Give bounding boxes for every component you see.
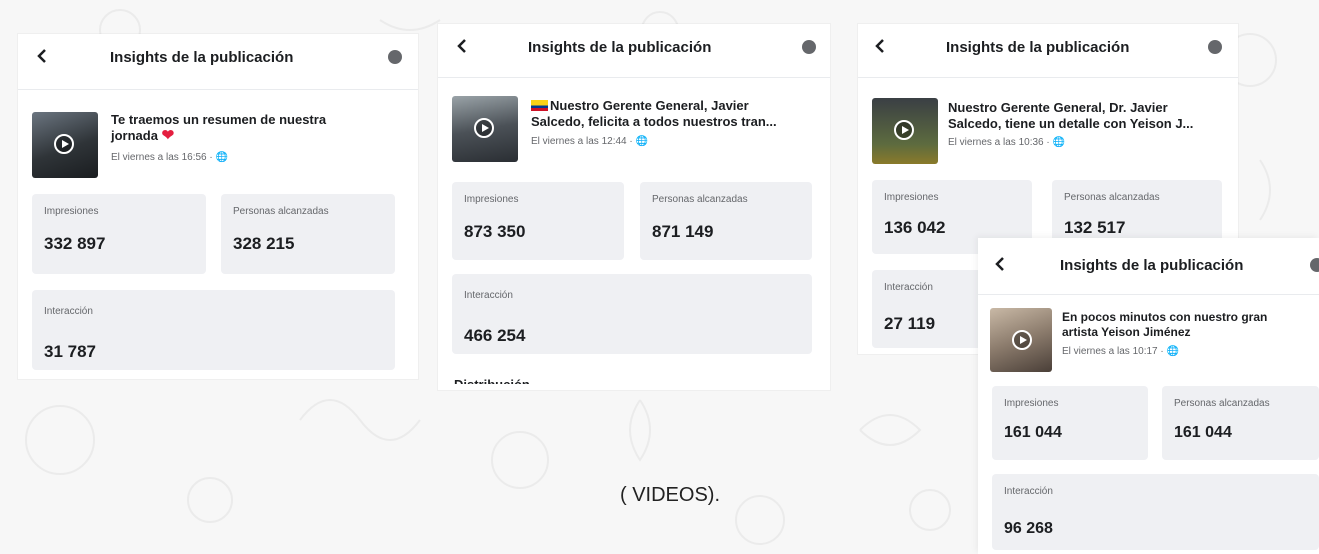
engagement-label: Interacción — [44, 306, 93, 317]
videos-caption: ( VIDEOS). — [620, 484, 721, 506]
video-thumbnail[interactable] — [452, 96, 518, 162]
info-icon[interactable] — [802, 40, 816, 54]
engagement-value: 31 787 — [44, 342, 96, 361]
panel-header: Insights de la publicación — [438, 24, 830, 72]
post-title-line-2: jornada — [111, 128, 158, 143]
reach-value: 132 517 — [1064, 218, 1126, 237]
back-arrow-icon[interactable] — [34, 48, 50, 64]
page-title: Insights de la publicación — [946, 39, 1130, 56]
impressions-label: Impresiones — [884, 192, 939, 203]
impressions-card: Impresiones 873 350 — [452, 182, 624, 260]
play-icon — [474, 118, 494, 138]
reach-card: Personas alcanzadas 871 149 — [640, 182, 812, 260]
panel-header: Insights de la publicación — [858, 24, 1238, 72]
info-icon[interactable] — [1208, 40, 1222, 54]
impressions-value: 136 042 — [884, 218, 946, 237]
impressions-label: Impresiones — [44, 206, 99, 217]
engagement-label: Interacción — [1004, 486, 1053, 497]
insights-panel-1: Insights de la publicación Te traemos un… — [18, 34, 418, 379]
post-title[interactable]: En pocos minutos con nuestro gran artist… — [1062, 310, 1312, 340]
panel-header: Insights de la publicación — [18, 34, 418, 82]
impressions-card: Impresiones 332 897 — [32, 194, 206, 274]
post-timestamp: El viernes a las 10:36 · 🌐 — [948, 137, 1065, 148]
page-title: Insights de la publicación — [528, 39, 712, 56]
impressions-value: 873 350 — [464, 222, 526, 241]
post-title-line-1: Te traemos un resumen de nuestra — [111, 112, 327, 127]
post-timestamp: El viernes a las 12:44 · 🌐 — [531, 136, 648, 147]
colombia-flag-icon — [531, 100, 548, 111]
reach-label: Personas alcanzadas — [233, 206, 329, 217]
engagement-value: 96 268 — [1004, 520, 1053, 537]
page-title: Insights de la publicación — [110, 49, 294, 66]
impressions-value: 332 897 — [44, 234, 106, 253]
heart-icon: ❤ — [161, 127, 175, 144]
play-icon — [894, 120, 914, 140]
engagement-card: Interacción 96 268 — [992, 474, 1319, 550]
video-thumbnail[interactable] — [872, 98, 938, 164]
header-divider — [18, 89, 418, 90]
back-arrow-icon[interactable] — [992, 256, 1008, 272]
header-divider — [978, 294, 1319, 295]
play-icon — [54, 134, 74, 154]
reach-label: Personas alcanzadas — [652, 194, 748, 205]
reach-card: Personas alcanzadas 328 215 — [221, 194, 395, 274]
post-title-line-1: En pocos minutos con nuestro gran — [1062, 310, 1268, 324]
engagement-value: 466 254 — [464, 326, 526, 345]
header-divider — [858, 77, 1238, 78]
post-timestamp: El viernes a las 10:17 · 🌐 — [1062, 346, 1179, 357]
post-title-line-2: Salcedo, tiene un detalle con Yeison J..… — [948, 116, 1194, 131]
impressions-value: 161 044 — [1004, 424, 1062, 441]
impressions-label: Impresiones — [1004, 398, 1059, 409]
video-thumbnail[interactable] — [990, 308, 1052, 372]
panel-header: Insights de la publicación — [978, 238, 1319, 286]
reach-label: Personas alcanzadas — [1174, 398, 1270, 409]
video-thumbnail[interactable] — [32, 112, 98, 178]
impressions-card: Impresiones 161 044 — [992, 386, 1148, 460]
post-title[interactable]: Nuestro Gerente General, Javier Salcedo,… — [531, 98, 823, 130]
post-title-line-2: Salcedo, felicita a todos nuestros tran.… — [531, 114, 777, 129]
engagement-card: Interacción 466 254 — [452, 274, 812, 354]
back-arrow-icon[interactable] — [872, 38, 888, 54]
insights-panel-4: Insights de la publicación En pocos minu… — [978, 238, 1319, 554]
reach-card: Personas alcanzadas 161 044 — [1162, 386, 1319, 460]
engagement-label: Interacción — [464, 290, 513, 301]
play-icon — [1012, 330, 1032, 350]
post-title[interactable]: Te traemos un resumen de nuestra jornada… — [111, 112, 401, 144]
post-title-line-1: Nuestro Gerente General, Dr. Javier — [948, 100, 1168, 115]
insights-panel-2: Insights de la publicación Nuestro Geren… — [438, 24, 830, 390]
next-section-heading: Distribución — [454, 378, 564, 384]
engagement-value: 27 119 — [884, 314, 936, 333]
post-title-line-1: Nuestro Gerente General, Javier — [550, 98, 749, 113]
info-icon[interactable] — [1310, 258, 1319, 272]
impressions-label: Impresiones — [464, 194, 519, 205]
post-title[interactable]: Nuestro Gerente General, Dr. Javier Salc… — [948, 100, 1233, 132]
reach-value: 871 149 — [652, 222, 714, 241]
reach-value: 161 044 — [1174, 424, 1232, 441]
engagement-label: Interacción — [884, 282, 933, 293]
reach-value: 328 215 — [233, 234, 295, 253]
info-icon[interactable] — [388, 50, 402, 64]
back-arrow-icon[interactable] — [454, 38, 470, 54]
page-title: Insights de la publicación — [1060, 257, 1244, 274]
post-timestamp: El viernes a las 16:56 · 🌐 — [111, 152, 228, 163]
post-title-line-2: artista Yeison Jiménez — [1062, 325, 1191, 339]
header-divider — [438, 77, 830, 78]
engagement-card: Interacción 31 787 — [32, 290, 395, 370]
reach-label: Personas alcanzadas — [1064, 192, 1160, 203]
